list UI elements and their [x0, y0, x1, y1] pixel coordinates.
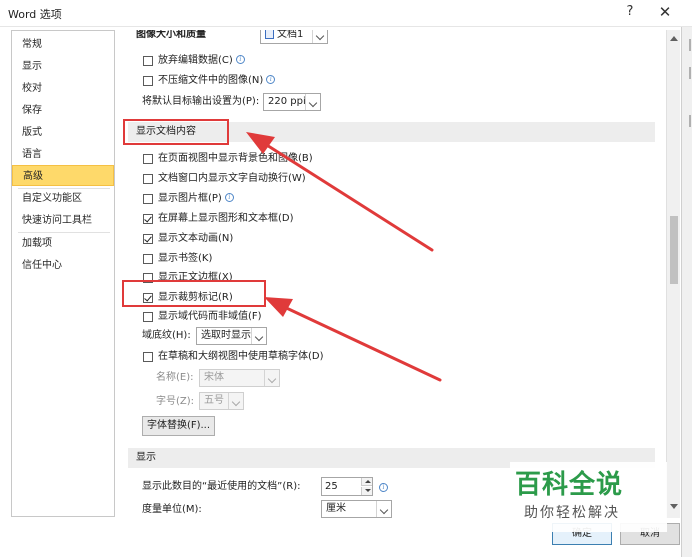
field-shading-label: 域底纹(H): — [142, 330, 191, 341]
measure-units-combo[interactable]: 厘米 — [321, 500, 392, 518]
sidebar-item-proofing[interactable]: 校对 — [12, 78, 114, 99]
sidebar-item-general[interactable]: 常规 — [12, 34, 114, 55]
recent-docs-spinner[interactable]: 25 — [321, 477, 373, 496]
show-bookmarks-label: 显示书签(K) — [158, 253, 213, 264]
chevron-down-icon — [251, 328, 266, 344]
scroll-thumb[interactable] — [670, 216, 678, 284]
background-window-strip — [681, 27, 692, 557]
sidebar-item-language[interactable]: 语言 — [12, 144, 114, 165]
measure-units-value: 厘米 — [326, 503, 346, 514]
background-fragment — [684, 67, 691, 79]
recent-docs-value: 25 — [325, 481, 338, 492]
window-title: Word 选项 — [8, 8, 62, 21]
no-compress-label: 不压缩文件中的图像(N) i — [158, 72, 276, 90]
sidebar-item-layout[interactable]: 版式 — [12, 122, 114, 143]
image-doc-combo-value: 文档1 — [277, 30, 304, 40]
sidebar-item-customize-ribbon[interactable]: 自定义功能区 — [12, 188, 114, 209]
picture-placeholder-checkbox[interactable] — [143, 194, 153, 204]
chevron-down-icon — [376, 501, 391, 517]
text-animation-checkbox[interactable] — [143, 234, 153, 244]
draft-font-label: 在草稿和大纲视图中使用草稿字体(D) — [158, 351, 324, 362]
measure-units-label: 度量单位(M): — [142, 504, 202, 515]
wrap-text-label: 文档窗口内显示文字自动换行(W) — [158, 173, 306, 184]
chevron-down-icon — [264, 370, 279, 386]
field-shading-combo[interactable]: 选取时显示 — [196, 327, 267, 345]
discard-edit-data-text: 放弃编辑数据(C) — [158, 55, 233, 66]
font-size-combo[interactable]: 五号 — [199, 392, 244, 410]
info-icon[interactable]: i — [266, 75, 276, 84]
drawings-textboxes-checkbox[interactable] — [143, 214, 153, 224]
sidebar-item-addins[interactable]: 加载项 — [12, 233, 114, 254]
font-size-label: 字号(Z): — [156, 396, 195, 407]
chevron-down-icon — [305, 94, 320, 110]
info-icon[interactable]: i — [224, 193, 234, 202]
watermark-title: 百科全说 — [515, 470, 624, 500]
font-name-value: 宋体 — [204, 372, 224, 383]
annotation-highlight-box — [122, 280, 266, 307]
text-animation-label: 显示文本动画(N) — [158, 233, 234, 244]
image-doc-combo[interactable]: 文档1 — [260, 30, 328, 44]
show-background-checkbox[interactable] — [143, 154, 153, 164]
discard-edit-data-checkbox[interactable] — [143, 56, 153, 66]
field-codes-label: 显示域代码而非域值(F) — [158, 311, 262, 322]
wrap-text-checkbox[interactable] — [143, 174, 153, 184]
no-compress-text: 不压缩文件中的图像(N) — [158, 75, 264, 86]
annotation-highlight-box — [123, 119, 229, 145]
chevron-down-icon — [312, 30, 327, 43]
background-fragment — [684, 115, 691, 127]
default-resolution-combo[interactable]: 220 ppi — [263, 93, 321, 111]
info-icon[interactable]: i — [379, 483, 388, 492]
watermark-subtitle: 助你轻松解决 — [524, 505, 620, 521]
font-name-label: 名称(E): — [156, 372, 194, 383]
background-fragment — [684, 39, 691, 51]
recent-docs-label: 显示此数目的“最近使用的文档”(R): — [142, 481, 301, 492]
picture-placeholder-text: 显示图片框(P) — [158, 193, 222, 204]
drawings-textboxes-label: 在屏幕上显示图形和文本框(D) — [158, 213, 294, 224]
font-substitution-button[interactable]: 字体替换(F)... — [142, 416, 215, 436]
sidebar-item-save[interactable]: 保存 — [12, 100, 114, 121]
options-sidebar: 常规 显示 校对 保存 版式 语言 高级 自定义功能区 快速访问工具栏 加载项 … — [11, 30, 115, 517]
spinner-up-icon[interactable] — [361, 478, 372, 486]
spinner-down-icon[interactable] — [361, 487, 372, 495]
info-icon[interactable]: i — [235, 55, 245, 64]
font-name-combo[interactable]: 宋体 — [199, 369, 280, 387]
show-background-label: 在页面视图中显示背景色和图像(B) — [158, 153, 313, 164]
draft-font-checkbox[interactable] — [143, 352, 153, 362]
sidebar-item-display[interactable]: 显示 — [12, 56, 114, 77]
image-quality-header: 图像大小和质量 — [136, 30, 206, 40]
advanced-options-pane: 图像大小和质量 文档1 放弃编辑数据(C) i 不压缩文件中的图像(N) i 将默认… — [120, 30, 666, 518]
sidebar-item-trust-center[interactable]: 信任中心 — [12, 255, 114, 276]
font-size-value: 五号 — [204, 395, 224, 406]
help-icon[interactable]: ? — [622, 4, 638, 19]
default-resolution-label: 将默认目标输出设置为(P): — [142, 96, 260, 107]
discard-edit-data-label: 放弃编辑数据(C) i — [158, 52, 245, 70]
field-shading-value: 选取时显示 — [201, 330, 251, 341]
default-resolution-value: 220 ppi — [268, 96, 306, 107]
picture-placeholder-label: 显示图片框(P) i — [158, 190, 234, 208]
no-compress-checkbox[interactable] — [143, 76, 153, 86]
watermark-logo: 百科全说 助你轻松解决 — [510, 462, 667, 532]
field-codes-checkbox[interactable] — [143, 312, 153, 322]
sidebar-item-advanced[interactable]: 高级 — [12, 165, 114, 186]
scroll-down-icon[interactable] — [670, 504, 678, 509]
show-bookmarks-checkbox[interactable] — [143, 254, 153, 264]
close-icon[interactable]: ✕ — [656, 3, 674, 21]
content-scrollbar[interactable] — [666, 30, 680, 518]
sidebar-item-quick-access[interactable]: 快速访问工具栏 — [12, 210, 114, 231]
scroll-up-icon[interactable] — [670, 36, 678, 41]
title-bar: Word 选项 ? ✕ — [0, 0, 692, 27]
chevron-down-icon — [228, 393, 243, 409]
document-icon — [265, 30, 274, 39]
